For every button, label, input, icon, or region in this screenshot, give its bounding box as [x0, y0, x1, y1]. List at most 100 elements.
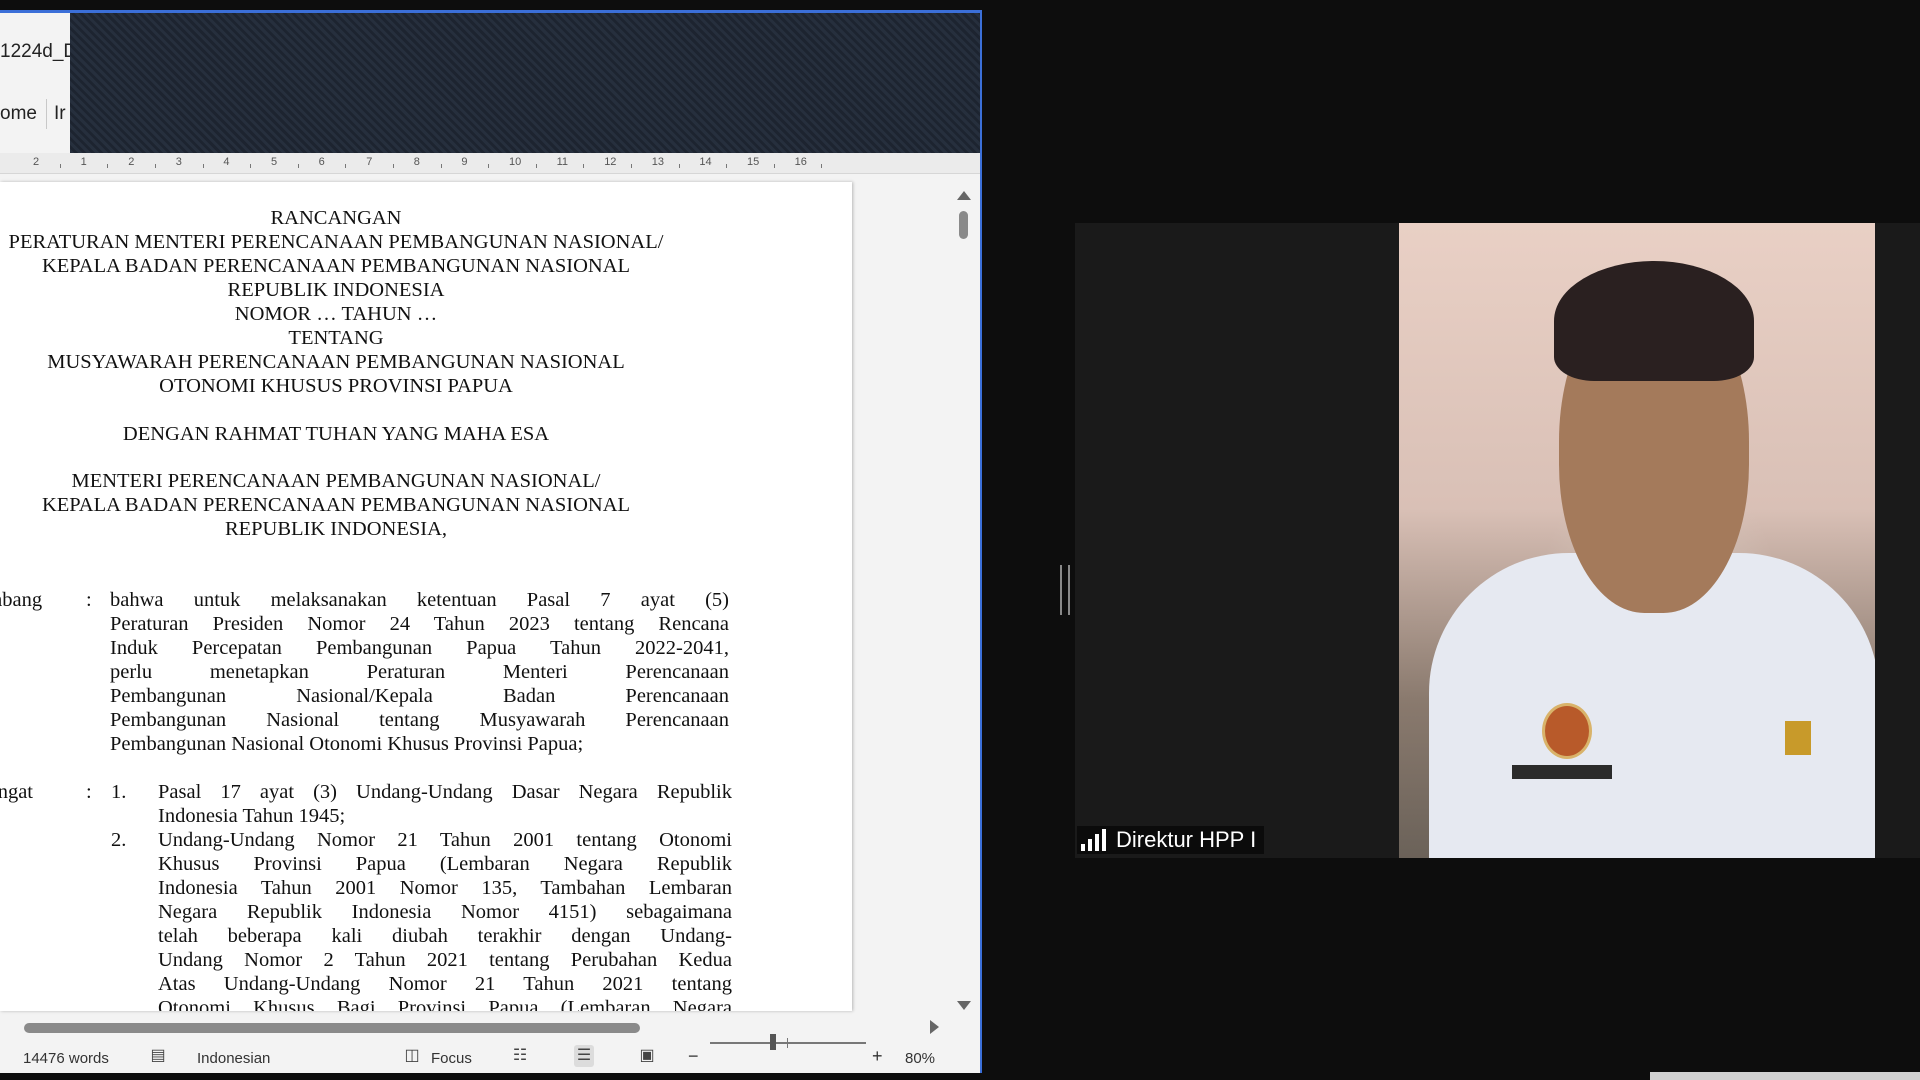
document-page[interactable]: RANCANGAN PERATURAN MENTERI PERENCANAAN … — [0, 182, 852, 1011]
vertical-scrollbar[interactable] — [952, 183, 976, 1018]
ruler-tick — [821, 164, 823, 168]
menimbang-line: bahwa untuk melaksanakan ketentuan Pasal… — [110, 589, 729, 611]
doc-header-line: KEPALA BADAN PERENCANAAN PEMBANGUNAN NAS… — [41, 255, 631, 277]
mengingat-line: Indonesia Tahun 1945; — [158, 805, 346, 827]
menimbang-line: Induk Percepatan Pembangunan Papua Tahun… — [110, 637, 729, 659]
ruler-number: 13 — [651, 156, 665, 168]
participant-name-label: Direktur HPP I — [1077, 826, 1265, 854]
doc-header-line: TENTANG — [288, 327, 384, 349]
ruler-number: 11 — [556, 156, 569, 168]
ruler-number: 1 — [80, 156, 87, 168]
zoom-slider-thumb[interactable] — [770, 1034, 776, 1050]
uniform-badge — [1542, 703, 1592, 759]
proofing-icon[interactable]: ▤ — [148, 1045, 168, 1067]
doc-minister-line: KEPALA BADAN PERENCANAAN PEMBANGUNAN NAS… — [41, 494, 631, 516]
mengingat-line: Pasal 17 ayat (3) Undang-Undang Dasar Ne… — [158, 781, 732, 803]
doc-minister-line: MENTERI PERENCANAAN PEMBANGUNAN NASIONAL… — [71, 470, 601, 492]
mengingat-line: Indonesia Tahun 2001 Nomor 135, Tambahan… — [158, 877, 732, 899]
uniform-pin — [1785, 721, 1811, 755]
scroll-up-arrow-icon[interactable] — [957, 191, 971, 200]
zoom-in-button[interactable]: + — [872, 1046, 883, 1067]
word-titlebar: 1224d_D ome Ir — [0, 13, 980, 153]
ruler-tick — [297, 164, 299, 168]
menimbang-colon: : — [86, 589, 92, 611]
doc-header-line: NOMOR … TAHUN … — [234, 303, 438, 325]
signal-strength-icon — [1081, 829, 1106, 851]
menimbang-line: Pembangunan Nasional tentang Musyawarah … — [110, 709, 729, 731]
ruler-number: 6 — [318, 156, 325, 168]
scroll-down-arrow-icon[interactable] — [957, 1001, 971, 1010]
ruler-number: 4 — [223, 156, 230, 168]
zoom-level[interactable]: 80% — [905, 1050, 935, 1067]
ruler-number: 15 — [747, 156, 760, 168]
uniform-name-tag — [1512, 765, 1612, 779]
word-count[interactable]: 14476 words — [23, 1050, 109, 1067]
ruler-tick — [155, 164, 156, 168]
mengingat-label: ingat — [0, 781, 33, 803]
scroll-right-arrow-icon[interactable] — [930, 1020, 939, 1034]
mengingat-colon: : — [86, 781, 92, 803]
ruler-number: 14 — [699, 156, 712, 168]
ruler-tick — [488, 164, 490, 168]
ribbon-separator — [46, 99, 47, 129]
language-indicator[interactable]: Indonesian — [197, 1050, 270, 1067]
ruler-tick — [773, 164, 775, 168]
person-hair — [1554, 261, 1754, 381]
focus-icon[interactable]: ◫ — [402, 1045, 422, 1067]
mengingat-line: Undang-Undang Nomor 21 Tahun 2001 tentan… — [158, 829, 732, 851]
ribbon-tab-home[interactable]: ome — [0, 103, 37, 125]
zoom-out-button[interactable]: − — [688, 1046, 699, 1067]
mengingat-item-number: 1. — [111, 781, 127, 803]
ruler-tick — [250, 164, 252, 168]
ruler-tick — [631, 164, 632, 168]
doc-minister-line: REPUBLIK INDONESIA, — [224, 518, 448, 540]
mengingat-line: Undang Nomor 2 Tahun 2021 tentang Peruba… — [158, 949, 732, 971]
doc-header-line: REPUBLIK INDONESIA — [227, 279, 445, 301]
read-mode-icon[interactable]: ☷ — [510, 1045, 530, 1067]
ruler-number: 5 — [271, 156, 278, 168]
focus-button[interactable]: Focus — [431, 1050, 472, 1067]
mengingat-line: Otonomi Khusus Bagi Provinsi Papua (Lemb… — [158, 997, 732, 1011]
menimbang-line: Pembangunan Nasional Otonomi Khusus Prov… — [110, 733, 584, 755]
doc-header-line: OTONOMI KHUSUS PROVINSI PAPUA — [159, 375, 513, 397]
ruler-number: 7 — [366, 156, 373, 168]
ruler-tick — [678, 164, 680, 168]
window-title: 1224d_D — [0, 41, 78, 62]
ruler-tick — [345, 164, 347, 168]
horizontal-scrollbar[interactable] — [0, 1018, 960, 1038]
ruler-number: 10 — [509, 156, 522, 168]
ruler-tick — [583, 164, 585, 168]
ruler-number: 16 — [794, 156, 807, 168]
vertical-scroll-thumb[interactable] — [959, 211, 968, 239]
ribbon-tab-insert[interactable]: Ir — [54, 103, 66, 125]
horizontal-scroll-thumb[interactable] — [24, 1023, 640, 1033]
menimbang-label: nbang — [0, 589, 43, 611]
ruler-tick — [202, 164, 204, 168]
split-view-handle[interactable] — [1060, 565, 1070, 615]
ruler-number: 2 — [128, 156, 135, 168]
doc-header-line: RANCANGAN — [270, 207, 402, 229]
ruler-tick — [393, 164, 394, 168]
web-layout-icon[interactable]: ▣ — [637, 1045, 657, 1067]
zoom-slider-tick — [787, 1038, 788, 1048]
document-area: RANCANGAN PERATURAN MENTERI PERENCANAAN … — [0, 174, 980, 1011]
zoom-slider-track[interactable] — [710, 1042, 866, 1044]
participant-video — [1399, 223, 1875, 858]
screen-share-privacy-overlay — [70, 13, 980, 153]
mengingat-line: telah beberapa kali diubah terakhir deng… — [158, 925, 732, 947]
ruler-tick — [59, 164, 61, 168]
ruler-number: 9 — [461, 156, 468, 168]
menimbang-line: Pembangunan Nasional/Kepala Badan Perenc… — [110, 685, 729, 707]
mengingat-line: Khusus Provinsi Papua (Lembaran Negara R… — [158, 853, 732, 875]
doc-header-line: MUSYAWARAH PERENCANAAN PEMBANGUNAN NASIO… — [47, 351, 625, 373]
ruler-number: 8 — [413, 156, 420, 168]
bottom-edge-bar — [1650, 1072, 1920, 1080]
menimbang-line: perlu menetapkan Peraturan Menteri Peren… — [110, 661, 729, 683]
word-window: 1224d_D ome Ir 2 1 2 3 4 5 6 7 8 9 10 11 12 13 14 15 16 … — [0, 10, 982, 1073]
horizontal-ruler[interactable]: 2 1 2 3 4 5 6 7 8 9 10 11 12 13 14 15 16 — [0, 153, 980, 174]
mengingat-item-number: 2. — [111, 829, 127, 851]
ruler-tick — [440, 164, 442, 168]
print-layout-icon[interactable]: ☰ — [574, 1045, 594, 1067]
mengingat-line: Negara Republik Indonesia Nomor 4151) se… — [158, 901, 732, 923]
menimbang-line: Peraturan Presiden Nomor 24 Tahun 2023 t… — [110, 613, 729, 635]
